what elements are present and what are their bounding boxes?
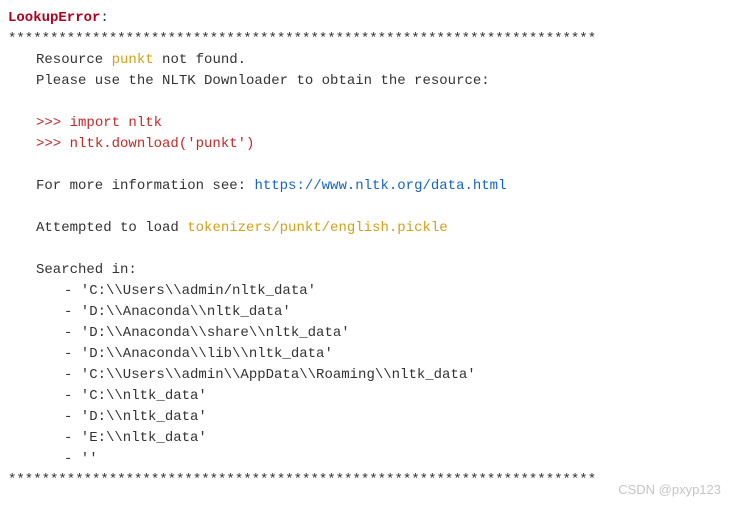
resource-line: Resource punkt not found. [8, 50, 725, 71]
search-path: - 'C:\\Users\\admin\\AppData\\Roaming\\n… [8, 365, 725, 386]
watermark: CSDN @pxyp123 [618, 480, 721, 500]
search-path: - 'E:\\nltk_data' [8, 428, 725, 449]
colon: : [100, 10, 108, 26]
search-path: - '' [8, 449, 725, 470]
search-path: - 'D:\\Anaconda\\share\\nltk_data' [8, 323, 725, 344]
separator-top: ****************************************… [8, 29, 725, 50]
code-import: import nltk [70, 115, 162, 131]
code-line-1: >>> import nltk [8, 113, 725, 134]
code-download: nltk.download('punkt') [70, 136, 255, 152]
resource-prefix: Resource [36, 52, 112, 68]
attempted-path: tokenizers/punkt/english.pickle [187, 220, 447, 236]
search-path: - 'D:\\Anaconda\\lib\\nltk_data' [8, 344, 725, 365]
searched-in-label: Searched in: [8, 260, 725, 281]
attempted-prefix: Attempted to load [36, 220, 187, 236]
repl-prompt: >>> [36, 136, 70, 152]
code-line-2: >>> nltk.download('punkt') [8, 134, 725, 155]
error-header: LookupError: [8, 8, 725, 29]
resource-suffix: not found. [154, 52, 246, 68]
repl-prompt: >>> [36, 115, 70, 131]
search-path: - 'C:\\Users\\admin/nltk_data' [8, 281, 725, 302]
more-info-line: For more information see: https://www.nl… [8, 176, 725, 197]
more-info-prefix: For more information see: [36, 178, 254, 194]
search-path: - 'D:\\Anaconda\\nltk_data' [8, 302, 725, 323]
search-path: - 'D:\\nltk_data' [8, 407, 725, 428]
resource-name: punkt [112, 52, 154, 68]
error-name: LookupError [8, 10, 100, 26]
traceback-block: LookupError: ***************************… [8, 8, 725, 491]
nltk-data-link[interactable]: https://www.nltk.org/data.html [254, 178, 506, 194]
attempted-line: Attempted to load tokenizers/punkt/engli… [8, 218, 725, 239]
please-use-line: Please use the NLTK Downloader to obtain… [8, 71, 725, 92]
search-path: - 'C:\\nltk_data' [8, 386, 725, 407]
